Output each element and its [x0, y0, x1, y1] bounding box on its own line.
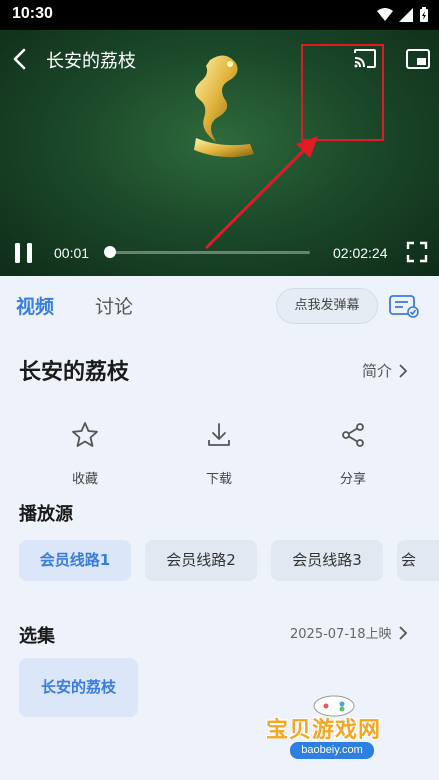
intro-label: 简介	[362, 362, 393, 380]
share-button[interactable]: 分享	[318, 420, 388, 487]
wifi-icon	[377, 8, 393, 21]
release-date: 2025-07-18上映	[290, 627, 392, 642]
status-bar: 10:30	[0, 0, 439, 30]
pause-icon[interactable]	[11, 240, 37, 266]
watermark-text: 宝贝游戏网	[266, 718, 382, 743]
episodes-title: 选集	[19, 626, 55, 647]
source-chip[interactable]: 会员线路1	[19, 540, 131, 581]
progress-thumb[interactable]	[104, 246, 116, 258]
sources-title: 播放源	[19, 504, 73, 525]
video-title: 长安的荔枝	[19, 360, 130, 385]
share-label: 分享	[339, 472, 366, 487]
chevron-right-icon	[399, 363, 408, 378]
tab-video[interactable]: 视频	[16, 292, 54, 319]
dragon-logo	[194, 55, 254, 158]
favorite-label: 收藏	[71, 472, 98, 487]
share-icon	[342, 423, 364, 447]
signal-icon	[399, 8, 413, 22]
tab-bar: 视频 讨论 点我发弹幕	[0, 276, 439, 332]
send-danmaku-button[interactable]: 点我发弹幕	[276, 288, 378, 324]
favorite-button[interactable]: 收藏	[50, 420, 120, 487]
source-chip[interactable]: 会员线路3	[271, 540, 383, 581]
release-date-link[interactable]: 2025-07-18上映	[290, 623, 408, 642]
source-chip[interactable]: 会	[397, 540, 439, 581]
annotation-highlight-box	[301, 44, 384, 141]
download-icon	[208, 423, 230, 446]
download-button[interactable]: 下载	[184, 420, 254, 487]
status-icons	[377, 7, 429, 23]
progress-bar[interactable]	[110, 251, 310, 254]
star-icon	[72, 422, 98, 447]
tab-discussion[interactable]: 讨论	[95, 292, 133, 319]
total-time: 02:02:24	[333, 245, 388, 261]
battery-icon	[420, 7, 428, 22]
picture-in-picture-icon[interactable]	[405, 47, 431, 71]
episode-item[interactable]: 长安的荔枝	[19, 658, 138, 717]
player-title: 长安的荔枝	[46, 51, 136, 72]
intro-link[interactable]: 简介	[362, 360, 408, 381]
back-arrow-icon[interactable]	[10, 47, 30, 71]
fullscreen-icon[interactable]	[406, 241, 428, 263]
watermark-url: baobeiy.com	[290, 742, 374, 759]
download-label: 下载	[205, 472, 232, 487]
video-player[interactable]: 长安的荔枝 00:01 02:02:24	[0, 30, 439, 276]
chevron-right-icon	[398, 625, 407, 640]
source-chip[interactable]: 会员线路2	[145, 540, 257, 581]
danmaku-settings-icon[interactable]	[388, 294, 420, 318]
current-time: 00:01	[54, 245, 90, 261]
status-time: 10:30	[12, 5, 53, 22]
